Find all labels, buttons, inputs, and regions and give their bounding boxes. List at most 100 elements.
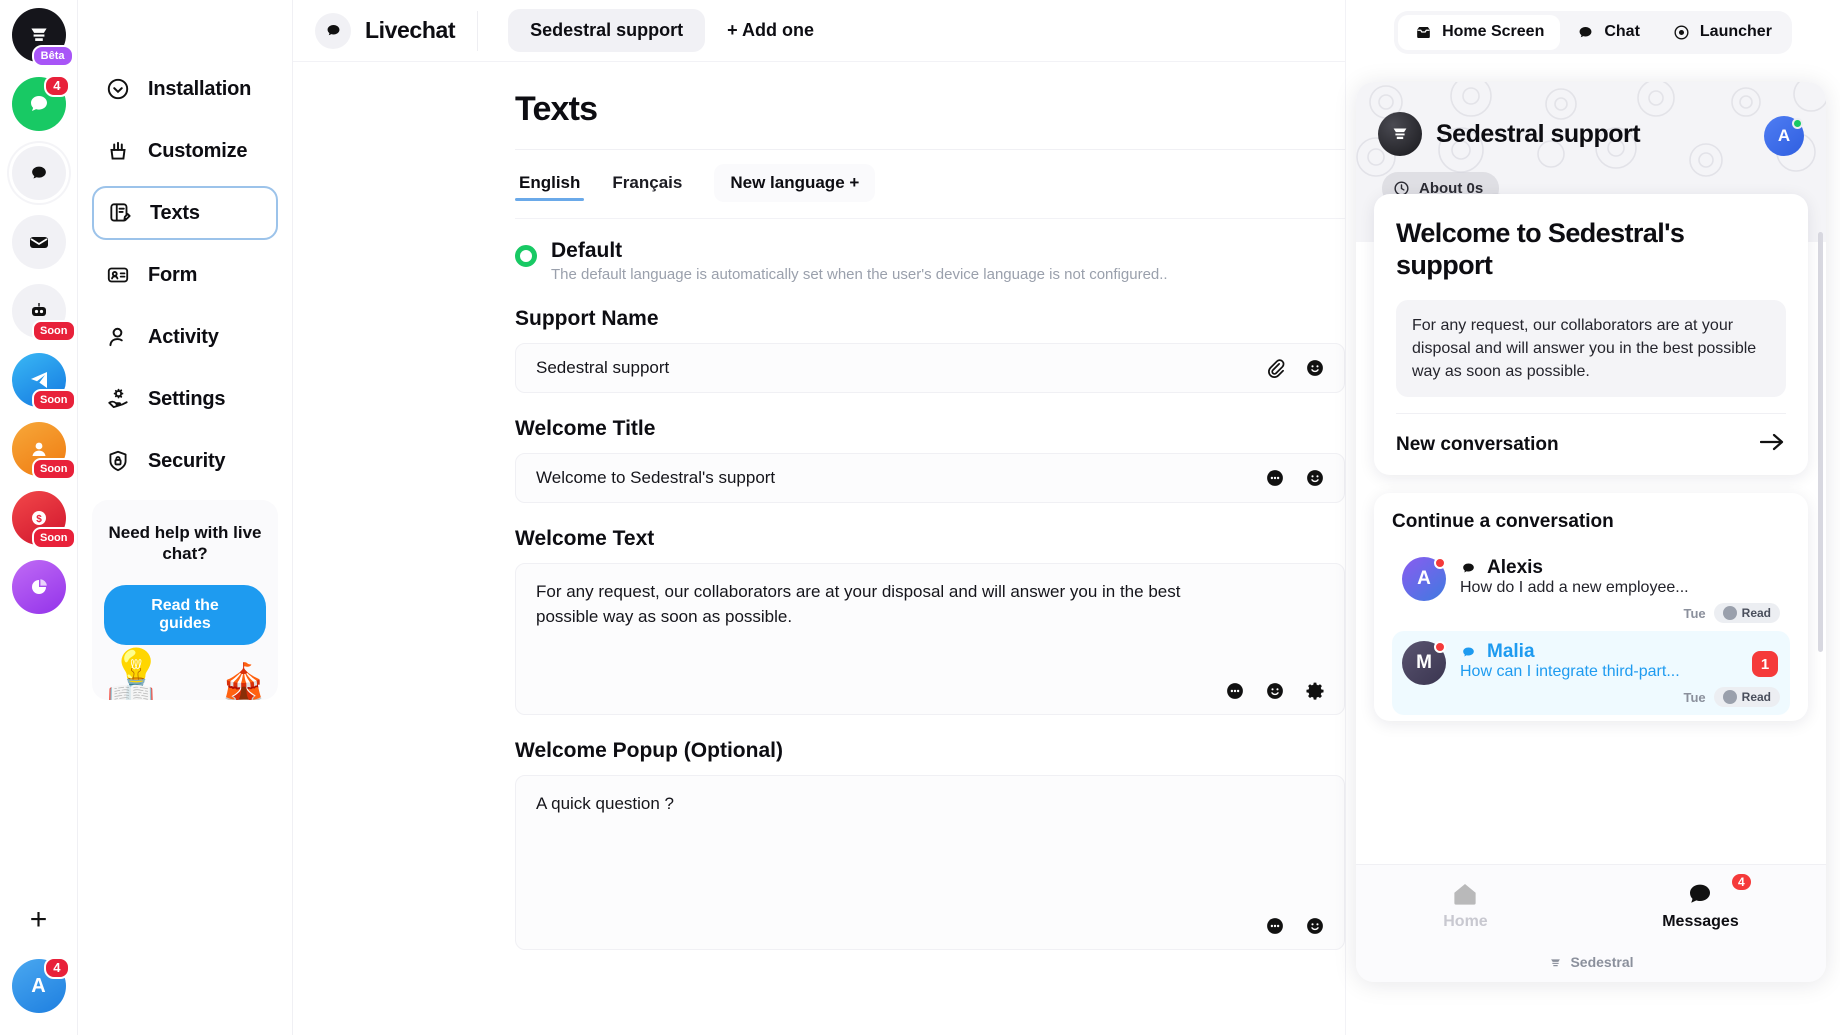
emoji-icon[interactable] — [1304, 357, 1326, 379]
tab-home-screen[interactable]: Home Screen — [1398, 14, 1561, 50]
brush-cup-icon — [104, 137, 132, 165]
help-illustration: 💡 📖 🎪 — [104, 647, 266, 701]
rail-item-campaign[interactable]: Soon — [11, 353, 76, 411]
send-arrow-icon — [1759, 432, 1786, 457]
language-tab-francais[interactable]: Français — [608, 167, 686, 199]
more-dots-icon[interactable] — [1224, 680, 1246, 702]
launcher-dot-icon — [1674, 24, 1689, 40]
sidebar-item-activity[interactable]: Activity — [92, 310, 278, 364]
input-welcome-popup[interactable]: A quick question ? — [515, 775, 1345, 950]
sedestral-mark-icon — [1551, 958, 1561, 966]
sidebar-label-activity: Activity — [148, 325, 219, 348]
rail-item-chat[interactable] — [11, 146, 66, 200]
avatar-initial: A — [1417, 568, 1431, 590]
help-card-title: Need help with live chat? — [108, 523, 262, 564]
brand: Livechat — [315, 12, 477, 49]
widget-nav-messages-badge: 4 — [1732, 874, 1751, 890]
widget-scrollbar[interactable] — [1818, 232, 1823, 652]
default-language-radio[interactable] — [515, 245, 537, 267]
conversation-row-malia[interactable]: M Malia How can I integrate third-part..… — [1392, 631, 1790, 716]
tab-launcher-label: Launcher — [1699, 23, 1772, 40]
tab-chat-label: Chat — [1604, 23, 1640, 40]
page-title: Texts — [515, 90, 598, 128]
sidebar-item-settings[interactable]: Settings — [92, 372, 278, 426]
rail-item-contacts[interactable]: Soon — [11, 422, 76, 480]
input-support-name[interactable]: Sedestral support — [515, 343, 1345, 393]
unread-count-badge: 1 — [1752, 651, 1778, 678]
tab-sedestral-support[interactable]: Sedestral support — [508, 9, 706, 52]
app-rail: Bêta 4 Soon Soon Soon $ Soon + A 4 — [0, 0, 78, 1035]
rail-item-billing[interactable]: $ Soon — [11, 491, 76, 549]
value-welcome-text: For any request, our collaborators are a… — [536, 582, 1181, 626]
default-language-title: Default — [551, 239, 623, 262]
conversation-meta: Tue Read — [1460, 687, 1780, 708]
livechat-icon — [315, 12, 351, 49]
new-conversation-button[interactable]: New conversation — [1396, 413, 1786, 475]
new-conversation-label: New conversation — [1396, 433, 1559, 455]
language-tab-english[interactable]: English — [515, 167, 585, 201]
value-welcome-popup: A quick question ? — [536, 794, 674, 813]
sidebar-item-security[interactable]: Security — [92, 434, 278, 488]
rail-badge-beta: Bêta — [31, 45, 74, 67]
widget-agent-avatar[interactable]: A — [1764, 116, 1804, 156]
new-language-button[interactable]: New language + — [714, 164, 876, 202]
label-welcome-title: Welcome Title — [515, 417, 656, 440]
emoji-icon[interactable] — [1304, 467, 1326, 489]
input-actions-support-name — [1264, 357, 1326, 379]
widget-nav-home[interactable]: Home — [1443, 879, 1488, 931]
rail-badge-campaign-soon: Soon — [32, 389, 76, 411]
sidebar-item-customize[interactable]: Customize — [92, 124, 278, 178]
tab-chat[interactable]: Chat — [1560, 15, 1656, 50]
conversation-name: Malia — [1487, 641, 1535, 663]
widget-footer-label: Sedestral — [1570, 954, 1634, 970]
widget-agent-initial: A — [1777, 126, 1791, 145]
rail-account-avatar[interactable]: A 4 — [11, 957, 70, 1013]
emoji-icon[interactable] — [1264, 680, 1286, 702]
app-root: Bêta 4 Soon Soon Soon $ Soon + A 4 Insta… — [0, 0, 1840, 1035]
rail-item-sedestral-logo[interactable]: Bêta — [11, 8, 74, 67]
gear-icon[interactable] — [1304, 680, 1326, 702]
input-welcome-title[interactable]: Welcome to Sedestral's support — [515, 453, 1345, 503]
more-dots-icon[interactable] — [1264, 467, 1286, 489]
add-workspace-button[interactable]: + Add one — [727, 20, 814, 41]
read-the-guides-button[interactable]: Read the guides — [104, 584, 266, 645]
default-language-row: Default The default language is automati… — [515, 239, 1345, 283]
tab-launcher[interactable]: Launcher — [1656, 15, 1788, 50]
emoji-icon[interactable] — [1304, 915, 1326, 937]
book-icon: 📖 — [106, 677, 156, 701]
sidebar-label-customize: Customize — [148, 139, 248, 162]
chat-bubble-icon — [31, 166, 46, 179]
widget-nav-messages-label: Messages — [1662, 913, 1739, 930]
sidebar-item-form[interactable]: Form — [92, 248, 278, 302]
rail-add-button[interactable]: + — [15, 897, 62, 943]
sidebar-item-installation[interactable]: Installation — [92, 62, 278, 116]
rail-badge-account-count: 4 — [44, 957, 70, 979]
conversation-body: Malia How can I integrate third-part... … — [1460, 641, 1780, 708]
download-circle-icon — [104, 75, 132, 103]
rail-item-bot[interactable]: Soon — [11, 284, 76, 342]
sidebar-label-form: Form — [148, 263, 198, 286]
shield-lock-icon — [104, 447, 132, 475]
chat-bubble-icon — [1463, 647, 1474, 657]
online-status-dot — [1792, 118, 1803, 129]
rail-badge-bot-soon: Soon — [32, 320, 76, 342]
sidebar-item-texts[interactable]: Texts — [92, 186, 278, 240]
conversation-row-alexis[interactable]: A Alexis How do I add a new employee... … — [1392, 547, 1790, 631]
read-label: Read — [1741, 690, 1771, 705]
rail-item-stats[interactable] — [11, 560, 66, 614]
chat-bubble-icon — [1579, 26, 1592, 37]
conversation-read-badge: Read — [1713, 603, 1780, 624]
conversation-list-title: Continue a conversation — [1392, 511, 1614, 533]
input-actions-welcome-title — [1264, 467, 1326, 489]
paperclip-icon[interactable] — [1264, 357, 1286, 379]
input-welcome-text[interactable]: For any request, our collaborators are a… — [515, 563, 1345, 715]
rail-item-mail[interactable] — [11, 215, 66, 269]
more-dots-icon[interactable] — [1264, 915, 1286, 937]
language-tabs: English Français New language + — [515, 164, 1345, 202]
conversation-body: Alexis How do I add a new employee... Tu… — [1460, 557, 1780, 624]
conversation-name: Alexis — [1487, 557, 1543, 579]
rail-item-livechat[interactable]: 4 — [11, 75, 70, 131]
unread-dot — [1434, 557, 1446, 570]
widget-nav-messages[interactable]: 4 Messages — [1662, 874, 1751, 931]
rail-badge-billing-soon: Soon — [32, 527, 76, 549]
